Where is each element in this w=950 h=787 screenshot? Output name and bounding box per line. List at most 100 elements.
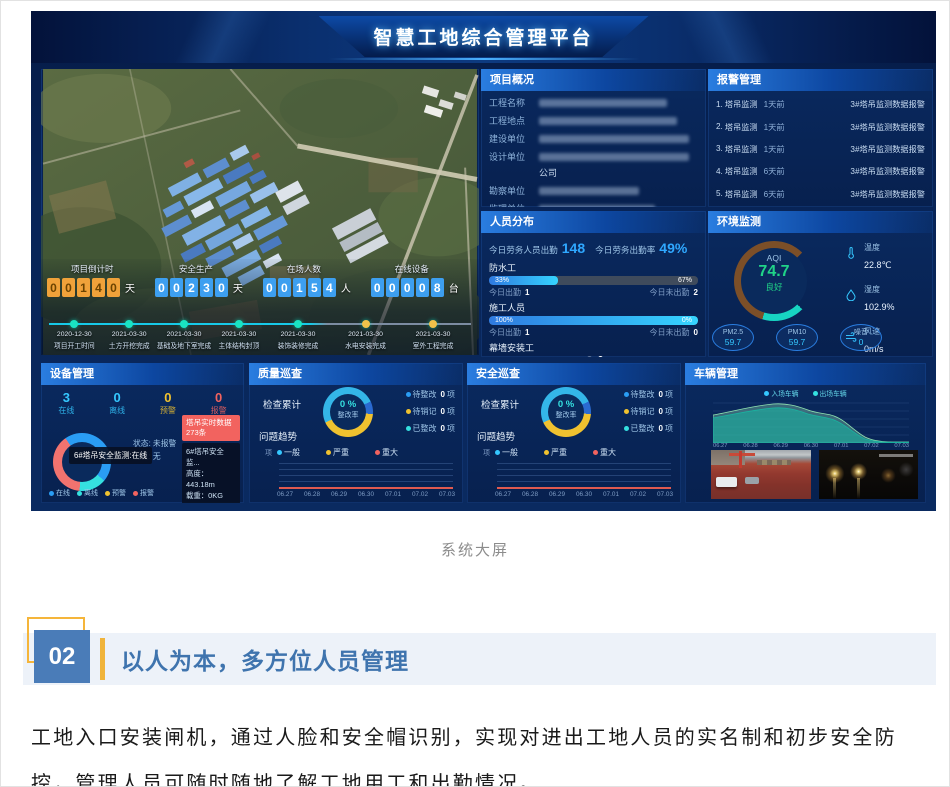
milestone-date: 2021-03-30 — [403, 331, 463, 338]
alarm-item[interactable]: 5. 塔吊监测 6天前 3#塔吊监测数据报警 — [716, 188, 925, 200]
light-reflection — [833, 478, 836, 499]
counter-label: 项目倒计时 — [71, 263, 149, 275]
attendance-label: 今日劳务人员出勤 — [489, 244, 558, 256]
worker-group-name: 防水工 — [489, 261, 698, 274]
alarm-index: 4. — [716, 167, 723, 176]
donut-legend-item: 已整改 0 项 — [624, 423, 673, 434]
equipment-stat: 0 离线 — [109, 390, 125, 416]
x-axis-label: 06.29 — [331, 491, 347, 498]
attendance-rate-label: 今日劳务出勤率 — [595, 244, 655, 256]
thermometer-icon — [845, 246, 859, 264]
milestone-dot — [235, 320, 243, 328]
stat-value: 0 — [211, 390, 227, 405]
alarm-description: 3#塔吊监测数据报警 — [850, 165, 925, 177]
redacted-value — [539, 187, 639, 195]
bar-right-percent: 0% — [682, 316, 692, 325]
metric-value: 22.8℃ — [864, 260, 892, 270]
absent-label: 今日未出勤 — [650, 327, 690, 338]
inspection-total-label: 检查累计 — [263, 397, 301, 411]
milestone-date: 2021-03-30 — [268, 331, 328, 338]
legend-value: 0 — [441, 390, 445, 399]
alarm-item[interactable]: 4. 塔吊监测 6天前 3#塔吊监测数据报警 — [716, 165, 925, 177]
x-axis-label: 07.02 — [630, 491, 646, 498]
badge-label: PM2.5 — [723, 329, 743, 337]
info-title: 6#塔吊安全监... — [186, 447, 224, 467]
pagination-dots[interactable] — [587, 356, 603, 357]
camera-feed-day[interactable] — [711, 450, 811, 499]
crane-data-badge[interactable]: 塔吊实时数据 273条 — [182, 415, 240, 441]
legend-label: 严重 — [551, 447, 567, 458]
legend-value: 0 — [441, 424, 445, 433]
alarm-item[interactable]: 3. 塔吊监测 1天前 3#塔吊监测数据报警 — [716, 143, 925, 155]
trend-legend-item[interactable]: 严重 — [326, 447, 349, 458]
legend-item: 报警 — [133, 488, 154, 498]
trend-legend-item[interactable]: 严重 — [544, 447, 567, 458]
droplet-icon — [845, 288, 859, 306]
legend-unit: 项 — [665, 423, 673, 434]
panel-title: 环境监测 — [708, 211, 933, 233]
alarm-item[interactable]: 2. 塔吊监测 1天前 3#塔吊监测数据报警 — [716, 121, 925, 133]
alarm-time: 6天前 — [764, 188, 785, 200]
milestone-dot — [429, 320, 437, 328]
worker-group-name: 施工人员 — [489, 301, 698, 314]
page-dot[interactable] — [587, 356, 592, 357]
field-extra: 公司 — [489, 166, 698, 179]
map-overlay: 项目倒计时 00140 天 安全生产 00230 天 — [41, 259, 479, 355]
legend-item: 预警 — [105, 488, 126, 498]
alarm-item[interactable]: 1. 塔吊监测 1天前 3#塔吊监测数据报警 — [716, 98, 925, 110]
legend-label: 待整改 — [631, 389, 655, 400]
satellite-map[interactable]: 项目倒计时 00140 天 安全生产 00230 天 — [41, 69, 479, 355]
rectification-rate-label: 整改率 — [323, 410, 373, 420]
camera-feed-night[interactable] — [819, 450, 919, 499]
x-axis-label: 06.30 — [804, 443, 819, 449]
badge-line: 塔吊实时数据 — [186, 418, 232, 427]
legend-value: 0 — [659, 424, 663, 433]
x-axis-label: 07.01 — [603, 491, 619, 498]
stat-value: 0 — [109, 390, 125, 405]
aqi-value: 74.7 — [734, 263, 814, 281]
metric-humidity: 湿度 102.9% — [845, 279, 929, 315]
trend-legend-item[interactable]: 一般 — [495, 447, 518, 458]
legend-label: 重大 — [600, 447, 616, 458]
gray-car-shape — [745, 477, 759, 484]
legend-label: 一般 — [284, 447, 300, 458]
counter-digits: 00008 — [371, 278, 446, 297]
alarm-time: 1天前 — [764, 143, 785, 155]
legend-unit: 项 — [447, 406, 455, 417]
panel-safety-inspection: 安全巡查 检查累计 0 % 整改率 待整改 0 项 — [467, 363, 681, 503]
milestone-label: 水电安装完成 — [332, 340, 400, 350]
x-axis-label: 06.30 — [358, 491, 374, 498]
x-axis-label: 07.02 — [412, 491, 428, 498]
material-stacks — [757, 460, 791, 465]
legend-dot — [406, 426, 411, 431]
legend-dot — [406, 409, 411, 414]
legend-label: 预警 — [112, 488, 126, 498]
legend-unit: 项 — [447, 389, 455, 400]
alarm-description: 3#塔吊监测数据报警 — [850, 143, 925, 155]
trend-legend-item[interactable]: 重大 — [375, 447, 398, 458]
x-axis-label: 06.29 — [773, 443, 788, 449]
white-car-shape — [716, 477, 737, 487]
x-axis-label: 07.01 — [834, 443, 849, 449]
counter-label: 安全生产 — [179, 263, 257, 275]
legend-dot — [77, 491, 82, 496]
trend-line-chart — [279, 463, 453, 489]
trend-legend-item[interactable]: 一般 — [277, 447, 300, 458]
attended-label: 今日出勤 — [489, 287, 521, 298]
x-axis-label: 06.28 — [743, 443, 758, 449]
badge-label: PM10 — [788, 329, 806, 337]
x-axis-label: 06.27 — [277, 491, 293, 498]
title-plate: 智慧工地综合管理平台 — [319, 16, 649, 57]
attendance-bar: 33% 67% — [489, 276, 698, 285]
metric-value: 102.9% — [864, 302, 895, 312]
dashboard-title: 智慧工地综合管理平台 — [373, 23, 593, 50]
trend-legend-item[interactable]: 重大 — [593, 447, 616, 458]
legend-item: 离线 — [77, 488, 98, 498]
page-dot-active[interactable] — [598, 356, 603, 357]
field-label: 勘察单位 — [489, 184, 539, 197]
legend-value: 0 — [659, 407, 663, 416]
legend-label: 已整改 — [413, 423, 437, 434]
panel-quality-inspection: 质量巡查 检查累计 0 % 整改率 待整改 0 项 — [249, 363, 463, 503]
field-label: 工程名称 — [489, 96, 539, 109]
counter-unit: 台 — [449, 280, 459, 295]
